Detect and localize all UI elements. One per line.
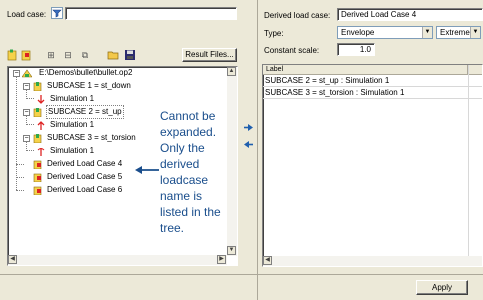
scroll-up-icon[interactable]: ▲	[227, 67, 236, 76]
tree-item-label: Simulation 1	[50, 94, 95, 103]
scroll-down-icon[interactable]: ▼	[227, 246, 236, 255]
tree-root-label: E:\Demos\bullet\bullet.op2	[39, 68, 133, 77]
chevron-down-icon[interactable]: ▼	[422, 27, 432, 38]
tree-item-label: Derived Load Case 6	[47, 185, 123, 194]
scroll-right-icon[interactable]: ▶	[217, 255, 226, 264]
tree-hscrollbar[interactable]: ◀ ▶	[8, 255, 227, 265]
subcase-2-expander[interactable]: −	[23, 109, 30, 116]
list-item[interactable]: SUBCASE 2 = st_up : Simulation 1	[263, 75, 482, 87]
tree-item-label: Derived Load Case 4	[47, 159, 123, 168]
copy-icon[interactable]: ⧉	[79, 49, 91, 61]
tree-item-label: SUBCASE 1 = st_down	[47, 81, 131, 90]
add-derived-icon[interactable]	[21, 49, 33, 61]
filter-icon[interactable]	[51, 7, 63, 19]
scroll-left-icon[interactable]: ◀	[263, 256, 272, 265]
expand-all-icon[interactable]: ⊞	[45, 49, 57, 61]
chevron-down-icon[interactable]: ▼	[470, 27, 480, 38]
add-load-case-icon[interactable]	[7, 49, 19, 61]
constant-scale-label: Constant scale:	[264, 46, 320, 55]
subcase-3-expander[interactable]: −	[23, 135, 30, 142]
move-right-icon[interactable]	[244, 124, 253, 131]
type-select-value: Envelope	[341, 28, 375, 37]
type-label: Type:	[264, 29, 284, 38]
extreme-select[interactable]: Extreme ▼	[436, 26, 481, 39]
apply-button[interactable]: Apply	[416, 280, 468, 295]
list-item-label: SUBCASE 3 = st_torsion : Simulation 1	[265, 88, 405, 97]
tree-item-label: SUBCASE 3 = st_torsion	[47, 133, 136, 142]
tree-item-label: Simulation 1	[50, 120, 95, 129]
save-icon[interactable]	[124, 49, 136, 61]
column-header-label[interactable]: Label	[263, 65, 468, 75]
derived-load-case-label: Derived load case:	[264, 11, 331, 20]
list-item-label: SUBCASE 2 = st_up : Simulation 1	[265, 76, 390, 85]
collapse-all-icon[interactable]: ⊟	[62, 49, 74, 61]
selected-load-case-list[interactable]: Label SUBCASE 2 = st_up : Simulation 1 S…	[262, 64, 483, 267]
type-select[interactable]: Envelope ▼	[337, 26, 433, 39]
callout-arrow-icon	[135, 166, 159, 174]
arrow-up-icon	[37, 121, 45, 130]
list-item[interactable]: SUBCASE 3 = st_torsion : Simulation 1	[263, 87, 482, 99]
tree-item-label: SUBCASE 2 = st_up	[46, 105, 124, 119]
callout-note: Cannot be expanded. Only the derived loa…	[160, 109, 221, 235]
extreme-select-value: Extreme	[440, 28, 470, 37]
arrow-down-icon	[37, 95, 45, 104]
constant-scale-field[interactable]: 1.0	[337, 43, 375, 56]
torsion-icon	[37, 148, 45, 156]
load-case-field[interactable]	[65, 7, 237, 20]
load-case-label: Load case:	[7, 10, 47, 19]
list-hscrollbar[interactable]: ◀	[263, 256, 482, 266]
tree-item-label: Simulation 1	[50, 146, 95, 155]
scroll-left-icon[interactable]: ◀	[8, 255, 17, 264]
move-left-icon[interactable]	[244, 141, 253, 148]
derived-load-case-field[interactable]: Derived Load Case 4	[337, 8, 483, 21]
tree-item-label: Derived Load Case 5	[47, 172, 123, 181]
subcase-1-expander[interactable]: −	[23, 83, 30, 90]
result-files-button[interactable]: Result Files...	[182, 48, 237, 62]
open-folder-icon[interactable]	[107, 49, 119, 61]
root-expander[interactable]: −	[13, 70, 20, 77]
